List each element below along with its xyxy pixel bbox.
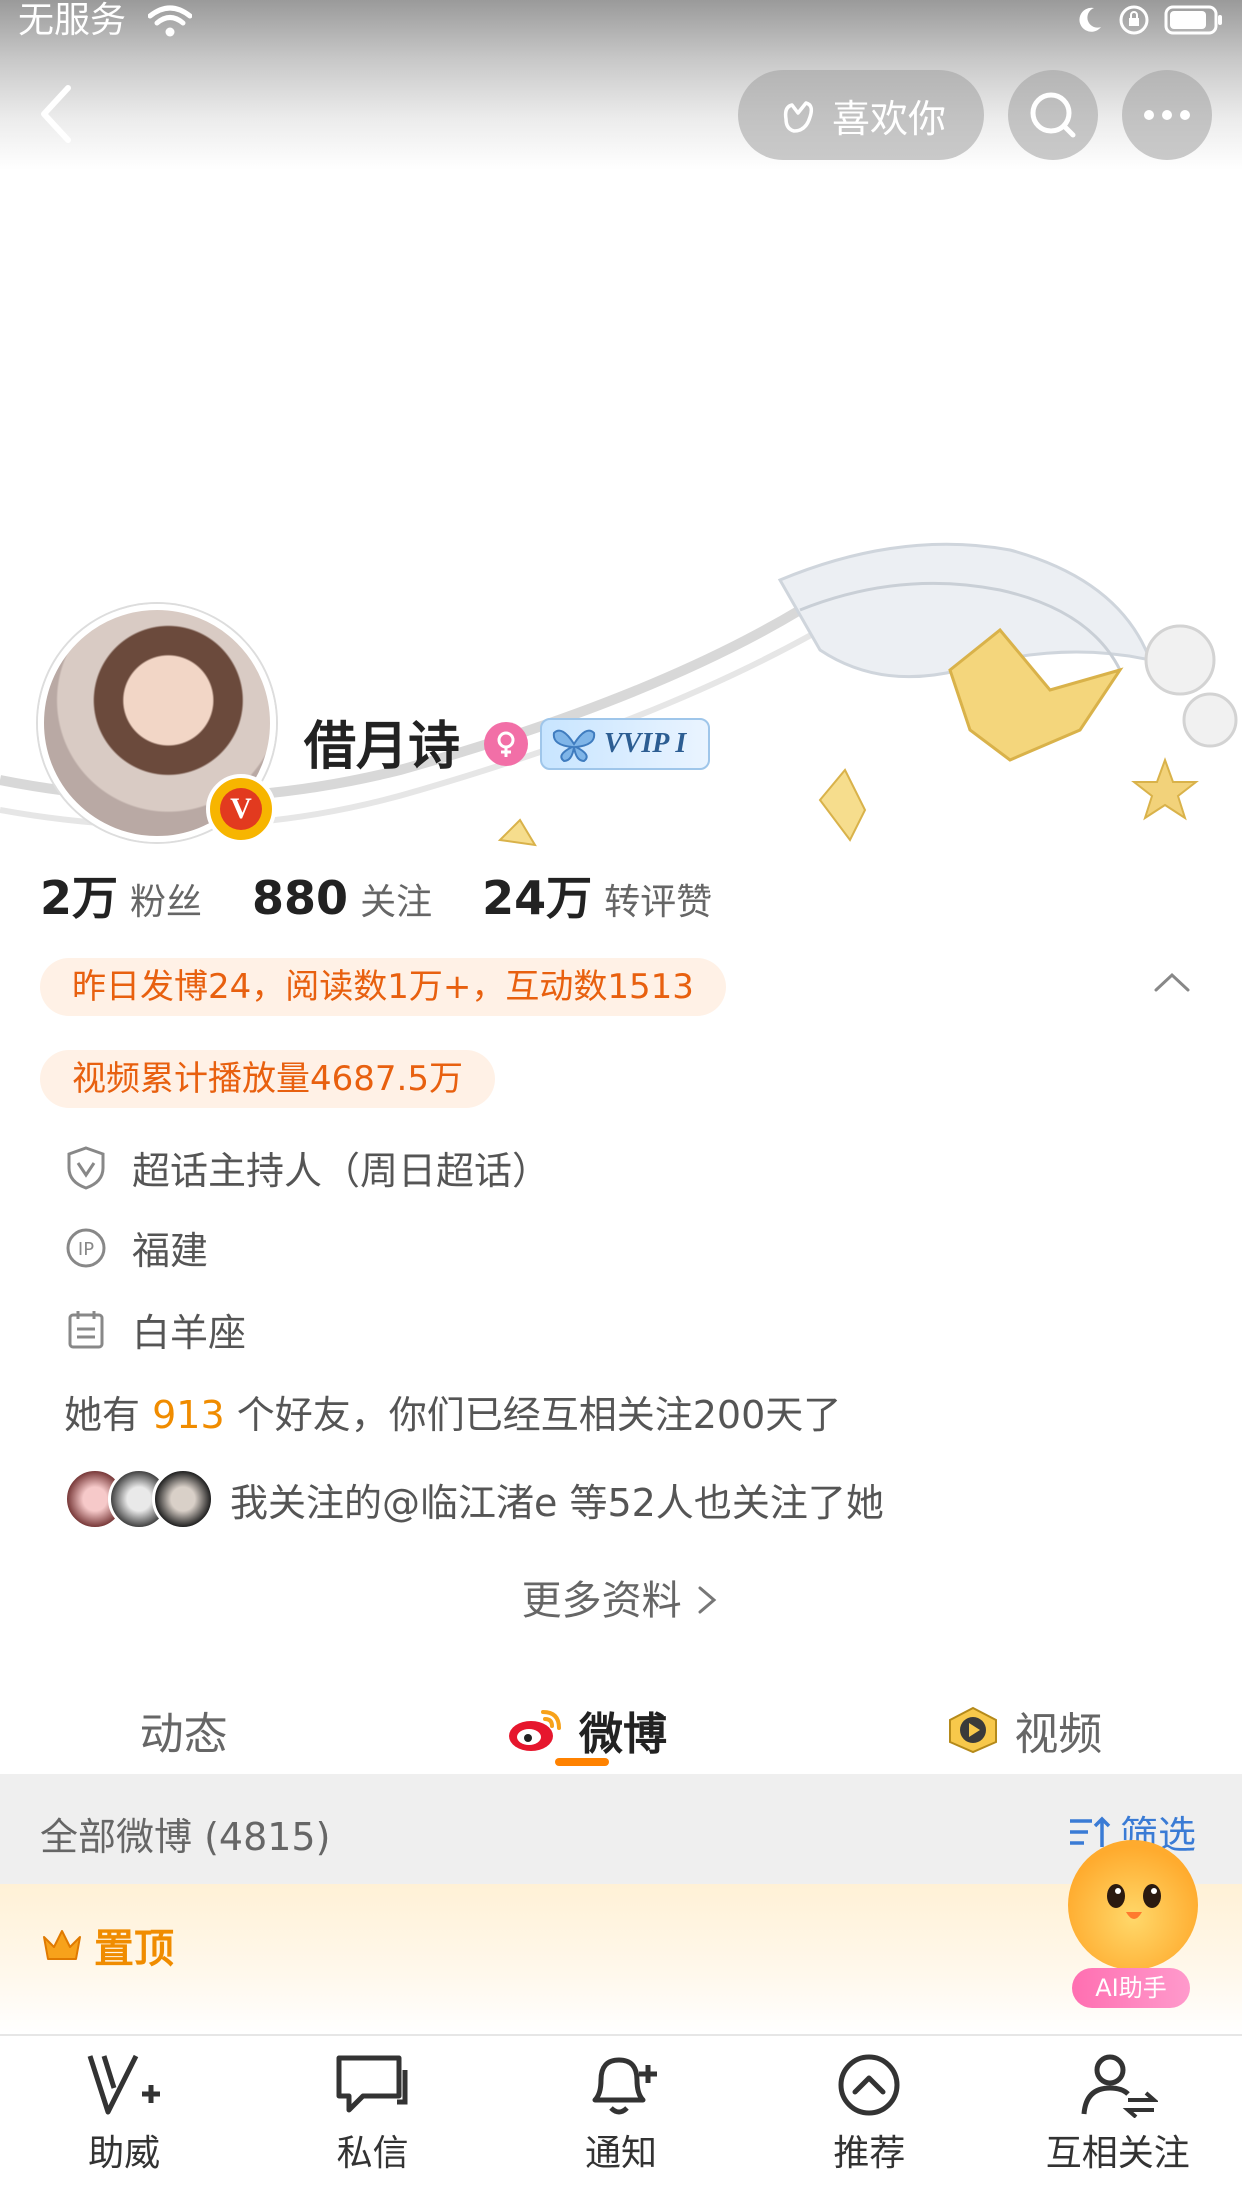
tab-video[interactable]: 视频 bbox=[946, 1698, 1102, 1762]
status-icons bbox=[1074, 4, 1224, 36]
weibo-logo-icon bbox=[508, 1710, 561, 1751]
pinned-post-header bbox=[0, 1884, 1242, 2034]
yesterday-stats-pill[interactable]: 昨日发博24，阅读数1万+，互动数1513 bbox=[40, 958, 726, 1016]
profile-stats: 2万 粉丝 880 关注 24万 转评赞 bbox=[40, 862, 762, 928]
ai-helper-label: AI助手 bbox=[1072, 1968, 1190, 2008]
butterfly-icon bbox=[552, 729, 596, 763]
friends-count: 913 bbox=[152, 1393, 225, 1437]
message-button[interactable]: 私信 bbox=[273, 2052, 473, 2176]
pinned-label: 置顶 bbox=[94, 1926, 174, 1972]
more-info-link[interactable]: 更多资料 bbox=[0, 1568, 1242, 1626]
tab-video-label: 视频 bbox=[1014, 1709, 1103, 1760]
followers-count[interactable]: 2万 bbox=[40, 862, 118, 928]
ip-icon: IP bbox=[64, 1226, 108, 1270]
recommend-button[interactable]: 推荐 bbox=[769, 2052, 969, 2176]
likes-label: 转评赞 bbox=[604, 882, 713, 923]
verified-badge-icon: V bbox=[206, 774, 276, 844]
wifi-icon bbox=[148, 5, 192, 37]
mutual-follow-label: 互相关注 bbox=[1045, 2133, 1190, 2174]
notify-button[interactable]: 通知 bbox=[521, 2052, 721, 2176]
bottom-action-bar: 助威 私信 通知 推荐 互相关注 bbox=[0, 2034, 1242, 2192]
calendar-icon bbox=[64, 1308, 108, 1352]
ip-location-text: 福建 bbox=[132, 1229, 209, 1273]
vvip-badge[interactable]: VVIP I bbox=[540, 718, 710, 770]
back-button[interactable] bbox=[30, 78, 82, 150]
chevron-right-icon bbox=[698, 1586, 717, 1614]
profile-name: 借月诗 bbox=[304, 717, 461, 777]
likes-count: 24万 bbox=[482, 871, 593, 925]
moon-icon bbox=[1079, 7, 1101, 32]
search-button[interactable] bbox=[1008, 70, 1098, 160]
bell-plus-icon bbox=[592, 2057, 657, 2115]
search-icon bbox=[1030, 92, 1076, 138]
battery-icon bbox=[1164, 5, 1222, 35]
mutual-followers-text: 我关注的@临江渚e 等52人也关注了她 bbox=[230, 1480, 884, 1525]
cheer-button[interactable]: 助威 bbox=[24, 2052, 224, 2176]
shield-v-icon bbox=[64, 1145, 108, 1190]
svg-text:IP: IP bbox=[78, 1239, 94, 1260]
pinned-tag: 置顶 bbox=[40, 1916, 174, 1974]
chevron-up-circle-icon bbox=[838, 2054, 900, 2116]
ai-helper-button[interactable]: AI助手 bbox=[1058, 1830, 1208, 2020]
vvip-label: VVIP I bbox=[604, 728, 687, 759]
info-row-zodiac: 白羊座 bbox=[64, 1302, 246, 1357]
tab-feed[interactable]: 动态 bbox=[140, 1698, 228, 1762]
info-row-ip: IP 福建 bbox=[64, 1220, 208, 1275]
profile-tabs: 动态 微博 视频 bbox=[0, 1680, 1242, 1780]
message-icon bbox=[336, 2055, 408, 2113]
video-play-icon bbox=[949, 1706, 998, 1754]
tab-feed-label: 动态 bbox=[139, 1709, 228, 1760]
notify-label: 通知 bbox=[584, 2133, 657, 2174]
mutual-avatar bbox=[152, 1468, 214, 1530]
female-gender-icon bbox=[484, 722, 528, 766]
ai-chick-face-icon bbox=[1107, 1884, 1161, 1919]
mutual-follow-button[interactable]: 互相关注 bbox=[1018, 2052, 1218, 2176]
mutual-follow-icon bbox=[1081, 2054, 1158, 2118]
following-count[interactable]: 880 bbox=[252, 871, 348, 925]
video-plays-pill[interactable]: 视频累计播放量4687.5万 bbox=[40, 1050, 495, 1108]
super-topic-host-text: 超话主持人（周日超话） bbox=[132, 1149, 551, 1193]
like-you-label: 喜欢你 bbox=[831, 96, 946, 141]
cheer-label: 助威 bbox=[88, 2133, 161, 2174]
more-options-button[interactable] bbox=[1122, 70, 1212, 160]
orientation-lock-icon bbox=[1119, 5, 1149, 35]
active-tab-indicator bbox=[555, 1758, 609, 1766]
collapse-chevron-icon[interactable] bbox=[1152, 970, 1192, 994]
heart-hand-icon bbox=[783, 101, 814, 133]
more-dots-icon bbox=[1144, 110, 1190, 120]
zodiac-text: 白羊座 bbox=[132, 1311, 247, 1355]
carrier-label: 无服务 bbox=[18, 0, 127, 41]
v-plus-icon bbox=[87, 2054, 161, 2115]
info-row-super-topic[interactable]: 超话主持人（周日超话） bbox=[64, 1140, 550, 1195]
friends-suffix: 个好友，你们已经互相关注200天了 bbox=[236, 1393, 842, 1437]
friends-summary[interactable]: 她有 913 个好友，你们已经互相关注200天了 bbox=[64, 1384, 841, 1439]
tab-weibo[interactable]: 微博 bbox=[507, 1698, 667, 1762]
crown-icon bbox=[43, 1930, 81, 1960]
mutual-followers[interactable]: 我关注的@临江渚e 等52人也关注了她 bbox=[64, 1468, 884, 1530]
friends-prefix: 她有 bbox=[64, 1393, 141, 1437]
followers-label[interactable]: 粉丝 bbox=[130, 873, 202, 925]
recommend-label: 推荐 bbox=[833, 2133, 906, 2174]
all-weibo-count: 全部微博 (4815) bbox=[40, 1815, 331, 1859]
more-info-label: 更多资料 bbox=[521, 1578, 682, 1624]
following-label[interactable]: 关注 bbox=[360, 873, 432, 925]
like-you-button[interactable]: 喜欢你 bbox=[738, 70, 984, 160]
tab-weibo-label: 微博 bbox=[578, 1709, 667, 1760]
message-label: 私信 bbox=[336, 2133, 409, 2174]
